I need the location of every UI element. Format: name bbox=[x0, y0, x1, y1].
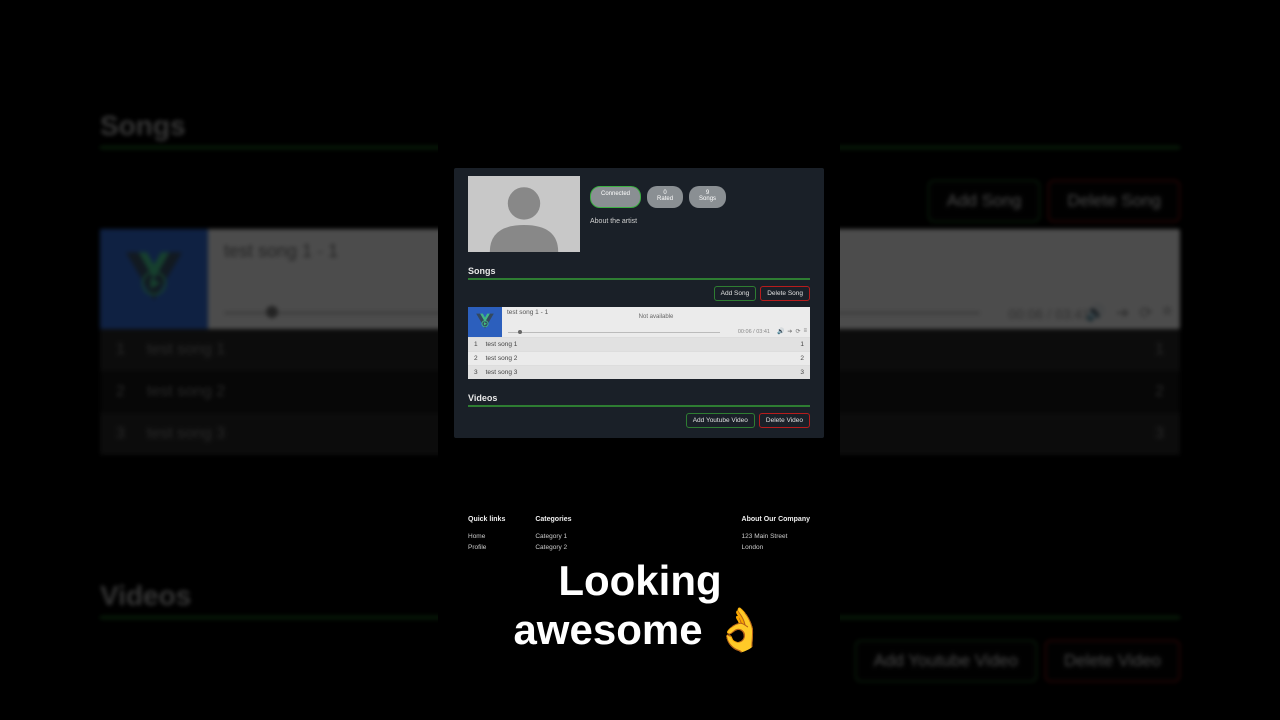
mobile-audio-player: test song 1 - 1 Not available 00:06 / 03… bbox=[468, 307, 810, 337]
progress-bar[interactable] bbox=[508, 332, 720, 334]
next-icon[interactable]: ➔ bbox=[787, 328, 792, 335]
player-thumbnail[interactable] bbox=[100, 229, 208, 329]
footer-heading: Categories bbox=[535, 514, 571, 527]
connected-pill[interactable]: Connected bbox=[590, 186, 641, 208]
footer-col-categories: Categories Category 1 Category 2 bbox=[535, 514, 571, 554]
video-caption: Looking awesome 👌 bbox=[0, 557, 1280, 654]
rated-label: Rated bbox=[657, 196, 673, 204]
artist-page: Connected 0Rated 9Songs About the artist… bbox=[454, 168, 824, 438]
player-track-no: 1 bbox=[328, 241, 338, 261]
connected-label: Connected bbox=[601, 191, 630, 199]
avatar[interactable] bbox=[468, 176, 580, 252]
footer-link[interactable]: Home bbox=[468, 531, 505, 543]
footer-col-quicklinks: Quick links Home Profile bbox=[468, 514, 505, 554]
vue-play-icon bbox=[474, 311, 496, 333]
caption-line-1: Looking bbox=[0, 557, 1280, 605]
next-icon[interactable]: ➔ bbox=[1116, 303, 1129, 323]
player-thumbnail[interactable] bbox=[468, 307, 502, 337]
footer-link[interactable]: Category 1 bbox=[535, 531, 571, 543]
add-song-button[interactable]: Add Song bbox=[714, 286, 757, 301]
list-item[interactable]: 1 test song 1 1 bbox=[468, 337, 810, 351]
row-index: 2 bbox=[116, 383, 125, 401]
progress-knob[interactable] bbox=[266, 306, 278, 318]
volume-icon[interactable]: 🔊 bbox=[777, 328, 784, 335]
footer-col-about: About Our Company 123 Main Street London bbox=[742, 514, 810, 554]
songs-pill[interactable]: 9Songs bbox=[689, 186, 726, 208]
volume-icon[interactable]: 🔊 bbox=[1086, 303, 1106, 323]
row-count: 3 bbox=[1155, 425, 1164, 443]
mobile-songs-buttons: Add Song Delete Song bbox=[468, 286, 810, 301]
footer-text: London bbox=[742, 542, 810, 554]
row-title: test song 1 bbox=[486, 341, 518, 348]
caption-line-2: awesome 👌 bbox=[0, 606, 1280, 654]
player-song-name: test song 1 bbox=[224, 241, 312, 261]
row-title: test song 2 bbox=[147, 383, 225, 401]
row-title: test song 1 bbox=[147, 341, 225, 359]
row-count: 2 bbox=[1155, 383, 1164, 401]
footer-link[interactable]: Category 2 bbox=[535, 542, 571, 554]
mobile-song-list: 1 test song 1 1 2 test song 2 2 3 test song 3… bbox=[468, 337, 810, 379]
row-title: test song 3 bbox=[147, 425, 225, 443]
mobile-videos-buttons: Add Youtube Video Delete Video bbox=[468, 413, 810, 428]
row-index: 2 bbox=[474, 355, 478, 362]
footer-text: 123 Main Street bbox=[742, 531, 810, 543]
list-icon[interactable]: ≡ bbox=[803, 328, 807, 335]
repeat-icon[interactable]: ⟳ bbox=[795, 328, 800, 335]
player-time: 00:06 / 03:41 bbox=[738, 329, 770, 335]
row-index: 3 bbox=[116, 425, 125, 443]
footer-heading: Quick links bbox=[468, 514, 505, 527]
row-count: 1 bbox=[1155, 341, 1164, 359]
progress-knob[interactable] bbox=[518, 330, 522, 334]
list-item[interactable]: 2 test song 2 2 bbox=[468, 351, 810, 365]
row-count: 2 bbox=[800, 355, 804, 362]
vue-play-icon bbox=[119, 244, 189, 314]
profile-row: Connected 0Rated 9Songs About the artist bbox=[468, 176, 810, 252]
list-icon[interactable]: ≡ bbox=[1163, 303, 1172, 323]
row-count: 1 bbox=[800, 341, 804, 348]
row-count: 3 bbox=[800, 369, 804, 376]
site-footer: Quick links Home Profile Categories Cate… bbox=[454, 506, 824, 562]
delete-song-button[interactable]: Delete Song bbox=[760, 286, 810, 301]
add-youtube-video-button[interactable]: Add Youtube Video bbox=[686, 413, 755, 428]
rated-pill[interactable]: 0Rated bbox=[647, 186, 683, 208]
repeat-icon[interactable]: ⟳ bbox=[1139, 303, 1152, 323]
footer-link[interactable]: Profile bbox=[468, 542, 505, 554]
footer-heading: About Our Company bbox=[742, 514, 810, 527]
bg-songs-buttons: Add Song Delete Song bbox=[928, 180, 1180, 222]
about-artist-label: About the artist bbox=[590, 218, 810, 225]
player-body: test song 1 - 1 Not available 00:06 / 03… bbox=[502, 307, 810, 337]
person-silhouette-icon bbox=[479, 180, 569, 252]
row-title: test song 3 bbox=[486, 369, 518, 376]
add-song-button[interactable]: Add Song bbox=[928, 180, 1041, 222]
stats-pills: Connected 0Rated 9Songs bbox=[590, 186, 810, 208]
profile-meta: Connected 0Rated 9Songs About the artist bbox=[590, 176, 810, 225]
row-index: 1 bbox=[116, 341, 125, 359]
player-time: 00:06 / 03:41 bbox=[1008, 306, 1090, 322]
row-title: test song 2 bbox=[486, 355, 518, 362]
player-controls: 🔊 ➔ ⟳ ≡ bbox=[777, 328, 807, 335]
songs-label: Songs bbox=[699, 196, 716, 204]
delete-song-button[interactable]: Delete Song bbox=[1048, 180, 1180, 222]
delete-video-button[interactable]: Delete Video bbox=[759, 413, 810, 428]
player-sep: - bbox=[312, 241, 328, 261]
row-index: 3 bbox=[474, 369, 478, 376]
mobile-videos-heading: Videos bbox=[468, 393, 810, 407]
list-item[interactable]: 3 test song 3 3 bbox=[468, 365, 810, 379]
not-available-label: Not available bbox=[639, 314, 674, 320]
row-index: 1 bbox=[474, 341, 478, 348]
mobile-songs-heading: Songs bbox=[468, 266, 810, 280]
player-controls: 🔊 ➔ ⟳ ≡ bbox=[1086, 303, 1172, 323]
